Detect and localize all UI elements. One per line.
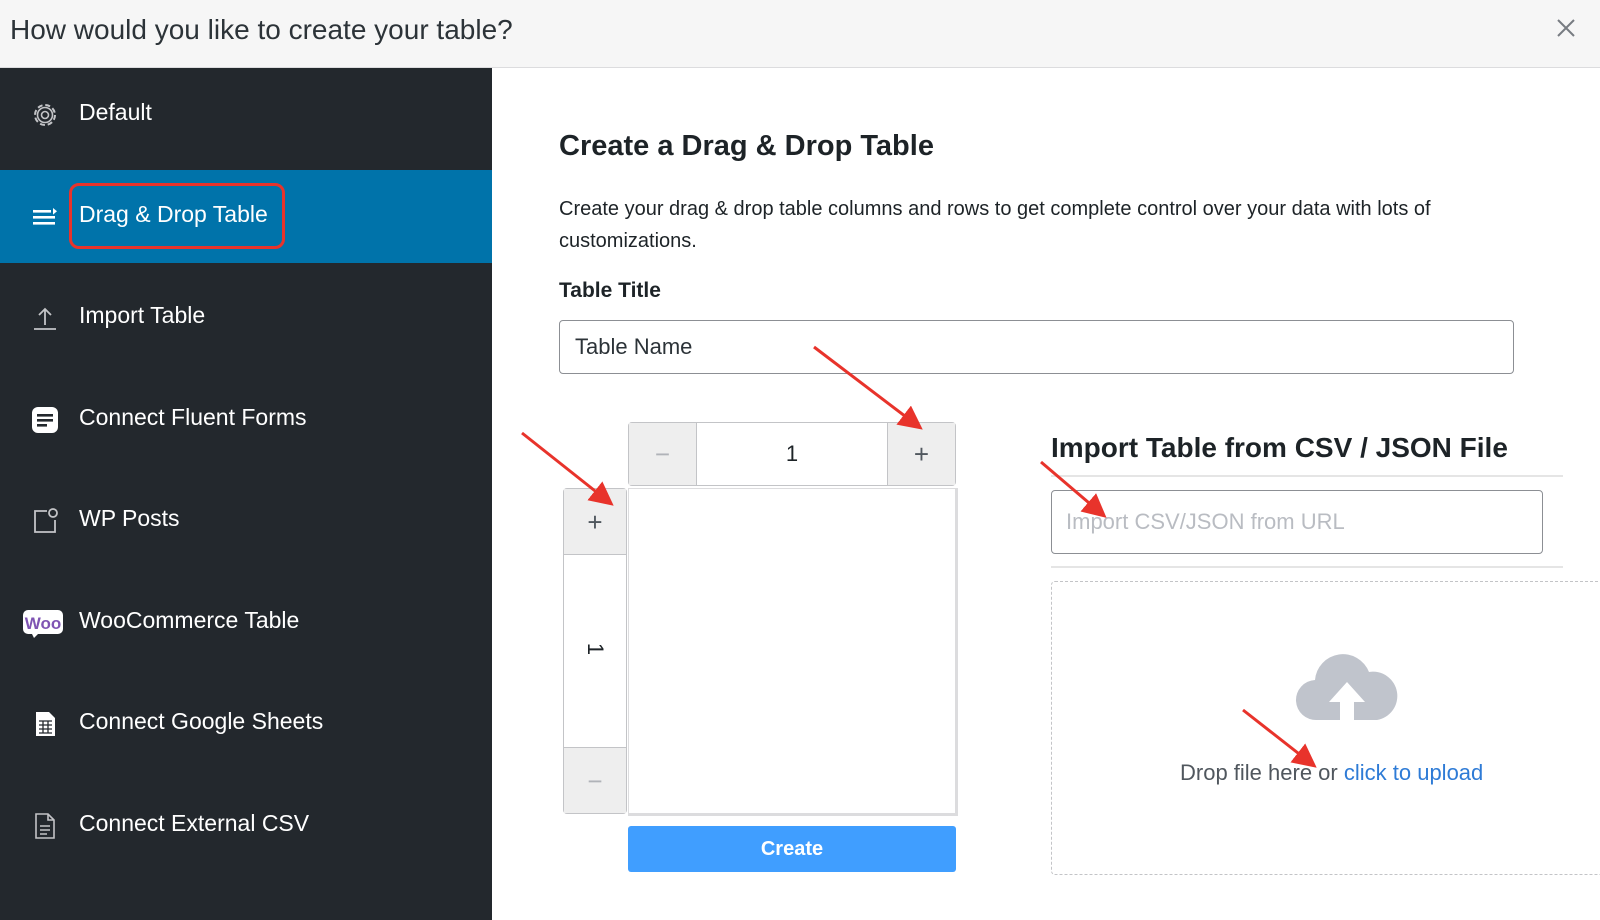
- columns-count[interactable]: 1: [697, 423, 887, 485]
- sidebar-item-label: Default: [79, 99, 152, 125]
- sidebar-item-wp-posts[interactable]: WP Posts: [0, 474, 492, 567]
- divider: [1051, 475, 1563, 477]
- rows-count[interactable]: 1: [565, 618, 625, 680]
- close-icon[interactable]: [1554, 16, 1578, 40]
- sidebar-item-label: Connect External CSV: [79, 810, 310, 836]
- cloud-upload-icon: [1295, 654, 1398, 722]
- sidebar-item-import-table[interactable]: Import Table: [0, 271, 492, 364]
- dialog-title: How would you like to create your table?: [10, 14, 513, 45]
- rows-decrement-button[interactable]: −: [564, 747, 626, 813]
- sidebar-item-label: WP Posts: [79, 505, 180, 531]
- drop-text: Drop file here or: [1180, 760, 1344, 785]
- document-icon: [35, 813, 55, 839]
- page-description: Create your drag & drop table columns an…: [559, 198, 1431, 252]
- main-panel: Create a Drag & Drop Table Create your d…: [492, 68, 1600, 920]
- sidebar-item-label: Connect Google Sheets: [79, 708, 324, 734]
- post-icon: [34, 508, 58, 533]
- sidebar-item-connect-external-csv[interactable]: Connect External CSV: [0, 779, 492, 872]
- sidebar-item-connect-google-sheets[interactable]: Connect Google Sheets: [0, 677, 492, 770]
- file-dropzone[interactable]: Drop file here or click to upload: [1051, 581, 1600, 875]
- fluent-forms-icon: [32, 407, 58, 433]
- svg-text:Woo: Woo: [25, 614, 62, 633]
- sidebar: Default Drag & Drop Table Import Table C…: [0, 68, 492, 920]
- sidebar-item-label: Import Table: [79, 302, 206, 328]
- columns-increment-button[interactable]: +: [887, 423, 955, 485]
- sidebar-item-label: WooCommerce Table: [79, 607, 300, 633]
- upload-icon: [34, 307, 56, 330]
- highlight-annotation: [69, 183, 285, 249]
- sidebar-item-label: Connect Fluent Forms: [79, 404, 307, 430]
- upload-link[interactable]: click to upload: [1344, 760, 1483, 785]
- dialog-header: How would you like to create your table?: [0, 0, 1600, 68]
- rows-increment-button[interactable]: +: [564, 489, 626, 555]
- divider: [1051, 566, 1563, 568]
- gear-icon: [34, 104, 56, 126]
- import-url-input[interactable]: [1051, 490, 1543, 554]
- drop-instructions: Drop file here or click to upload: [1180, 760, 1483, 786]
- import-heading: Import Table from CSV / JSON File: [1051, 432, 1508, 463]
- table-preview: [628, 488, 958, 816]
- columns-decrement-button[interactable]: −: [629, 423, 697, 485]
- sidebar-item-connect-fluent-forms[interactable]: Connect Fluent Forms: [0, 373, 492, 466]
- table-title-input[interactable]: [559, 320, 1514, 374]
- spreadsheet-icon: [36, 712, 55, 736]
- table-title-label: Table Title: [559, 279, 661, 302]
- create-button[interactable]: Create: [628, 826, 956, 872]
- page-title: Create a Drag & Drop Table: [559, 130, 934, 162]
- rows-stepper: + 1 −: [563, 488, 627, 814]
- columns-stepper: − 1 +: [628, 422, 956, 486]
- sidebar-item-default[interactable]: Default: [0, 68, 492, 161]
- woo-logo-icon: Woo: [23, 610, 63, 638]
- sidebar-item-woocommerce-table[interactable]: Woo WooCommerce Table: [0, 576, 492, 669]
- list-icon: [33, 208, 57, 225]
